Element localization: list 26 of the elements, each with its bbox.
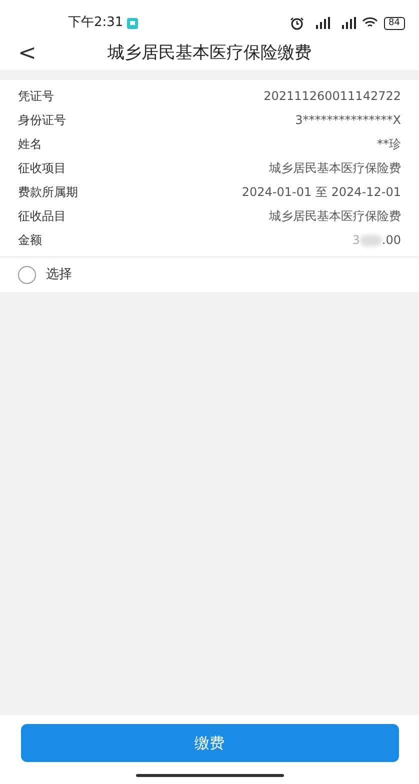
field-label: 征收品目 <box>18 208 66 225</box>
field-label: 身份证号 <box>18 112 66 129</box>
pay-button[interactable]: 缴费 <box>20 724 398 762</box>
field-value: 202111260011142722 <box>264 88 401 105</box>
wifi-icon <box>362 17 378 29</box>
field-value: .00 <box>382 232 401 249</box>
field-value: **珍 <box>377 136 401 153</box>
field-label: 费款所属期 <box>18 184 78 201</box>
field-label: 姓名 <box>18 136 42 153</box>
select-radio[interactable] <box>18 266 36 284</box>
field-value: 城乡居民基本医疗保险费 <box>269 208 401 225</box>
battery-level: 84 <box>384 16 405 30</box>
field-value: 3 <box>352 232 360 249</box>
field-value: 城乡居民基本医疗保险费 <box>269 160 401 177</box>
page-title: 城乡居民基本医疗保险缴费 <box>108 42 312 66</box>
field-label: 凭证号 <box>18 88 54 105</box>
field-label: 征收项目 <box>18 160 66 177</box>
status-time: 下午2:31 <box>68 14 124 32</box>
field-label: 金额 <box>18 232 42 249</box>
select-label: 选择 <box>46 266 72 284</box>
back-button[interactable]: < <box>18 43 36 65</box>
app-notification-icon <box>127 18 138 28</box>
field-value: 3***************X <box>295 112 401 129</box>
alarm-icon <box>290 16 304 30</box>
field-value: 2024-01-01 至 2024-12-01 <box>242 184 401 201</box>
redaction-blur <box>360 234 382 246</box>
